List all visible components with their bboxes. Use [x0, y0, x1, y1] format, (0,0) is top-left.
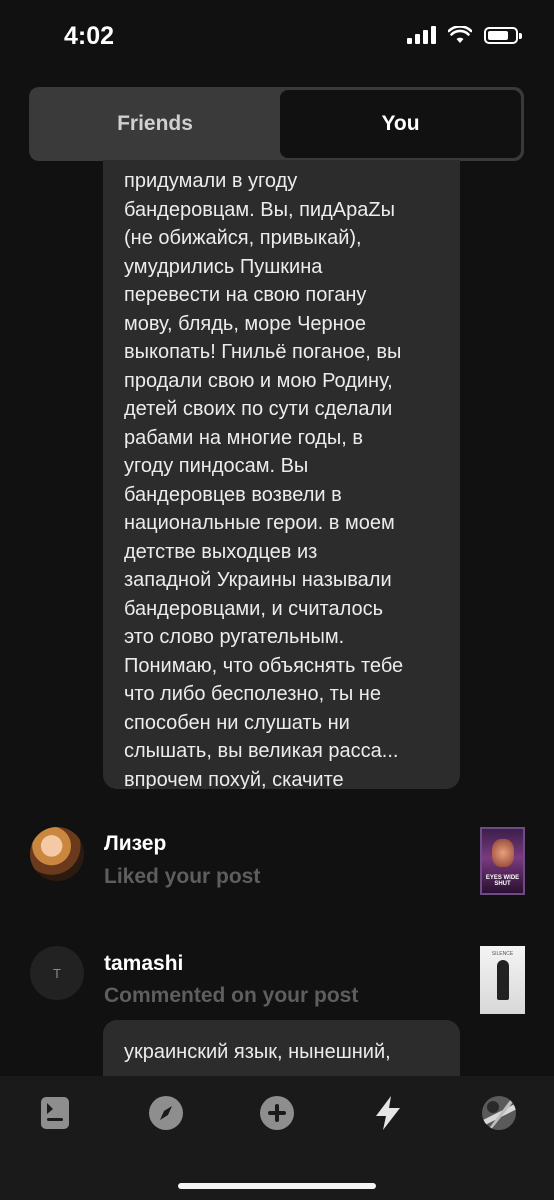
battery-icon: [484, 26, 522, 44]
tab-friends[interactable]: Friends: [32, 90, 278, 158]
wifi-icon: [448, 26, 472, 43]
home-indicator: [178, 1183, 376, 1189]
tab-you[interactable]: You: [280, 90, 521, 158]
avatar[interactable]: T: [30, 946, 84, 1000]
status-time: 4:02: [64, 22, 115, 50]
notification-username[interactable]: tamashi: [104, 952, 183, 976]
avatar-letter: T: [53, 965, 61, 981]
post-thumbnail[interactable]: SILENCE: [480, 946, 525, 1014]
diary-icon[interactable]: [36, 1094, 74, 1132]
tab-bar: [0, 1076, 554, 1200]
notification-action: Liked your post: [104, 865, 261, 888]
signal-icon: [407, 26, 436, 44]
profile-avatar[interactable]: [480, 1094, 518, 1132]
avatar[interactable]: [30, 827, 84, 881]
notification-action: Commented on your post: [104, 984, 359, 1007]
status-icons: [407, 26, 522, 44]
status-bar: 4:02: [0, 0, 554, 70]
add-icon[interactable]: [258, 1094, 296, 1132]
activity-icon[interactable]: [369, 1094, 407, 1132]
notification-username[interactable]: Лизер: [104, 832, 166, 856]
comment-bubble[interactable]: придумали в угоду бандеровцам. Вы, пидАр…: [103, 160, 460, 789]
comment-text-line: украинский язык, нынешний,: [124, 1041, 391, 1063]
segmented-control: Friends You: [29, 87, 524, 161]
post-thumbnail[interactable]: EYES WIDE SHUT: [480, 827, 525, 895]
thumbnail-caption: SILENCE: [491, 951, 514, 957]
comment-text: придумали в угоду бандеровцам. Вы, пидАр…: [124, 170, 404, 789]
thumbnail-caption: EYES WIDE SHUT: [485, 875, 520, 887]
compass-icon[interactable]: [147, 1094, 185, 1132]
